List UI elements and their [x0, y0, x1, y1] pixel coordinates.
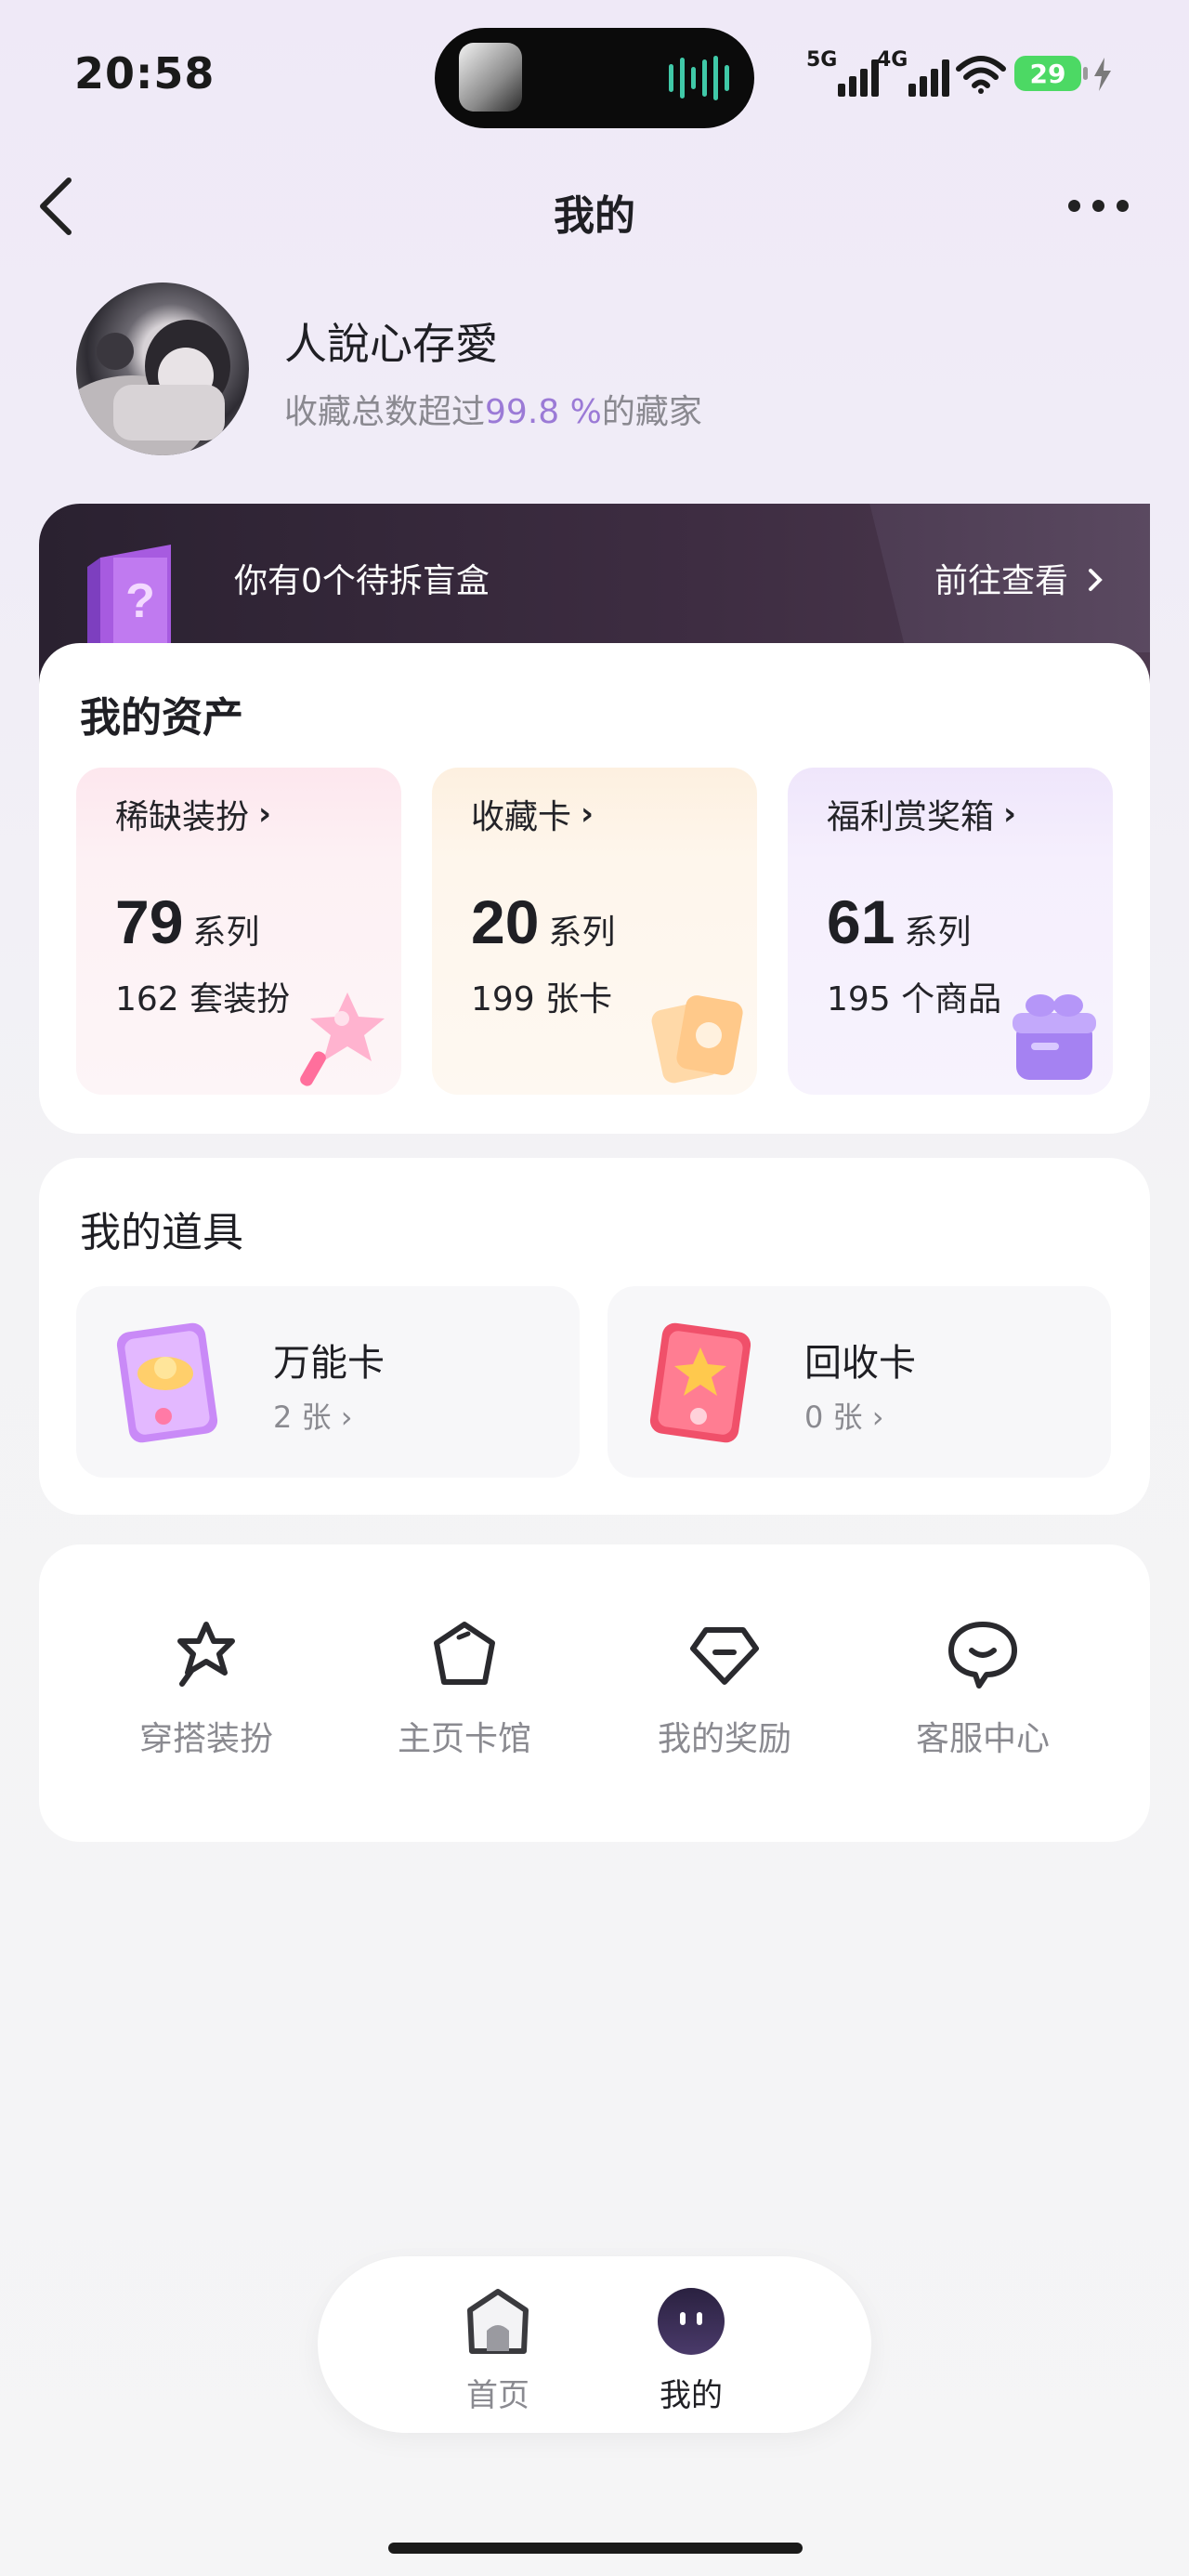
asset-count-unit: 系列 — [192, 913, 260, 952]
chevron-right-icon: › — [340, 1400, 353, 1435]
star-wand-icon — [300, 992, 385, 1086]
chat-bubble-icon — [948, 1622, 1017, 1689]
asset-tile-rare-outfits[interactable]: 稀缺装扮 › 79 系列 162 套装扮 — [76, 768, 401, 1095]
menu-homepage-gallery[interactable]: 主页卡馆 — [372, 1617, 557, 1760]
universal-card-icon — [116, 1322, 218, 1443]
cards-icon — [651, 995, 743, 1084]
tools-title: 我的道具 — [80, 1209, 243, 1256]
wifi-icon — [956, 56, 1006, 94]
asset-tile-label: 福利赏奖箱 — [827, 798, 995, 836]
diamond-icon — [690, 1627, 759, 1685]
asset-tile-label: 收藏卡 — [471, 798, 572, 836]
tab-label: 首页 — [466, 2377, 529, 2414]
home-icon — [467, 2289, 529, 2354]
bottom-tab-bar — [318, 2256, 871, 2433]
signal-bars-icon — [908, 59, 949, 97]
asset-tile-reward-box[interactable]: 福利赏奖箱 › 61 系列 195 个商品 — [788, 768, 1113, 1095]
asset-tile-count: 20 系列 — [471, 887, 615, 957]
menu-label: 主页卡馆 — [397, 1720, 531, 1758]
asset-count-unit: 系列 — [548, 913, 616, 952]
user-name[interactable]: 人說心存愛 — [284, 310, 498, 372]
menu-outfit[interactable]: 穿搭装扮 — [113, 1617, 299, 1760]
tool-count: 2 张 › — [273, 1394, 353, 1437]
asset-count-value: 61 — [827, 887, 895, 956]
tool-count: 0 张 › — [804, 1394, 884, 1437]
svg-text:?: ? — [125, 574, 155, 628]
menu-label: 穿搭装扮 — [138, 1720, 273, 1758]
assets-title: 我的资产 — [80, 694, 243, 742]
asset-count-value: 79 — [115, 887, 184, 956]
chevron-right-icon: › — [1003, 795, 1017, 833]
more-dot — [1068, 199, 1080, 212]
tab-profile[interactable]: 我的 — [626, 2286, 756, 2415]
tool-recycle-card[interactable]: 回收卡 0 张 › — [608, 1286, 1111, 1478]
asset-count-value: 20 — [471, 887, 540, 956]
asset-tile-header: 稀缺装扮 › — [76, 768, 401, 861]
now-playing-thumbnail — [459, 43, 522, 112]
tool-name: 回收卡 — [804, 1342, 916, 1385]
asset-tile-sub: 199 张卡 — [471, 980, 613, 1019]
asset-count-unit: 系列 — [904, 913, 972, 952]
tab-home[interactable]: 首页 — [433, 2286, 563, 2415]
more-dot — [1117, 199, 1129, 212]
menu-label: 我的奖励 — [657, 1720, 791, 1758]
recycle-card-icon — [649, 1322, 751, 1443]
blind-box-text: 你有0个待拆盲盒 — [234, 562, 490, 600]
gift-box-icon — [1013, 994, 1096, 1080]
home-indicator[interactable] — [388, 2543, 803, 2554]
collection-stat-suffix: 的藏家 — [601, 393, 702, 431]
view-blind-box-label: 前往查看 — [934, 562, 1069, 600]
asset-tile-sub: 195 个商品 — [827, 980, 1002, 1019]
asset-tile-sub: 162 套装扮 — [115, 980, 291, 1019]
menu-label: 客服中心 — [915, 1720, 1050, 1758]
chevron-right-icon: › — [871, 1400, 884, 1435]
outfit-star-icon — [177, 1622, 235, 1687]
asset-tile-collection-cards[interactable]: 收藏卡 › 20 系列 199 张卡 — [432, 768, 757, 1095]
page-title: 我的 — [554, 192, 635, 240]
battery-tip — [1083, 67, 1088, 80]
status-time: 20:58 — [74, 48, 216, 99]
signal-bars-icon — [838, 59, 879, 97]
avatar[interactable] — [76, 283, 249, 455]
view-blind-box-link[interactable]: 前往查看 — [934, 554, 1106, 602]
more-dot — [1092, 199, 1104, 212]
asset-tile-label: 稀缺装扮 — [115, 798, 250, 836]
asset-tile-header: 福利赏奖箱 › — [788, 768, 1113, 861]
collection-stat: 收藏总数超过99.8 %的藏家 — [284, 385, 702, 433]
battery-level: 29 — [1014, 56, 1081, 91]
chevron-right-icon: › — [258, 795, 272, 833]
asset-tile-header: 收藏卡 › — [432, 768, 757, 861]
chevron-right-icon — [1089, 569, 1104, 591]
tool-universal-card[interactable]: 万能卡 2 张 › — [76, 1286, 580, 1478]
asset-tile-count: 61 系列 — [827, 887, 971, 957]
collection-stat-prefix: 收藏总数超过 — [284, 393, 486, 431]
tool-name: 万能卡 — [273, 1342, 385, 1385]
asset-tile-count: 79 系列 — [115, 887, 259, 957]
tab-label: 我的 — [660, 2377, 723, 2414]
menu-customer-service[interactable]: 客服中心 — [890, 1617, 1076, 1760]
profile-face-icon — [658, 2288, 725, 2355]
blind-box-icon: ? — [87, 545, 171, 654]
more-button[interactable] — [1068, 191, 1143, 219]
pentagon-icon — [434, 1622, 495, 1685]
menu-my-rewards[interactable]: 我的奖励 — [632, 1617, 817, 1760]
charging-bolt-icon — [1094, 58, 1111, 91]
collection-stat-value: 99.8 % — [485, 393, 602, 431]
chevron-right-icon: › — [581, 795, 594, 833]
tool-count-value: 0 张 — [804, 1400, 863, 1435]
avatar-image — [76, 320, 230, 455]
audio-wave-icon — [669, 54, 729, 102]
tool-count-value: 2 张 — [273, 1400, 332, 1435]
